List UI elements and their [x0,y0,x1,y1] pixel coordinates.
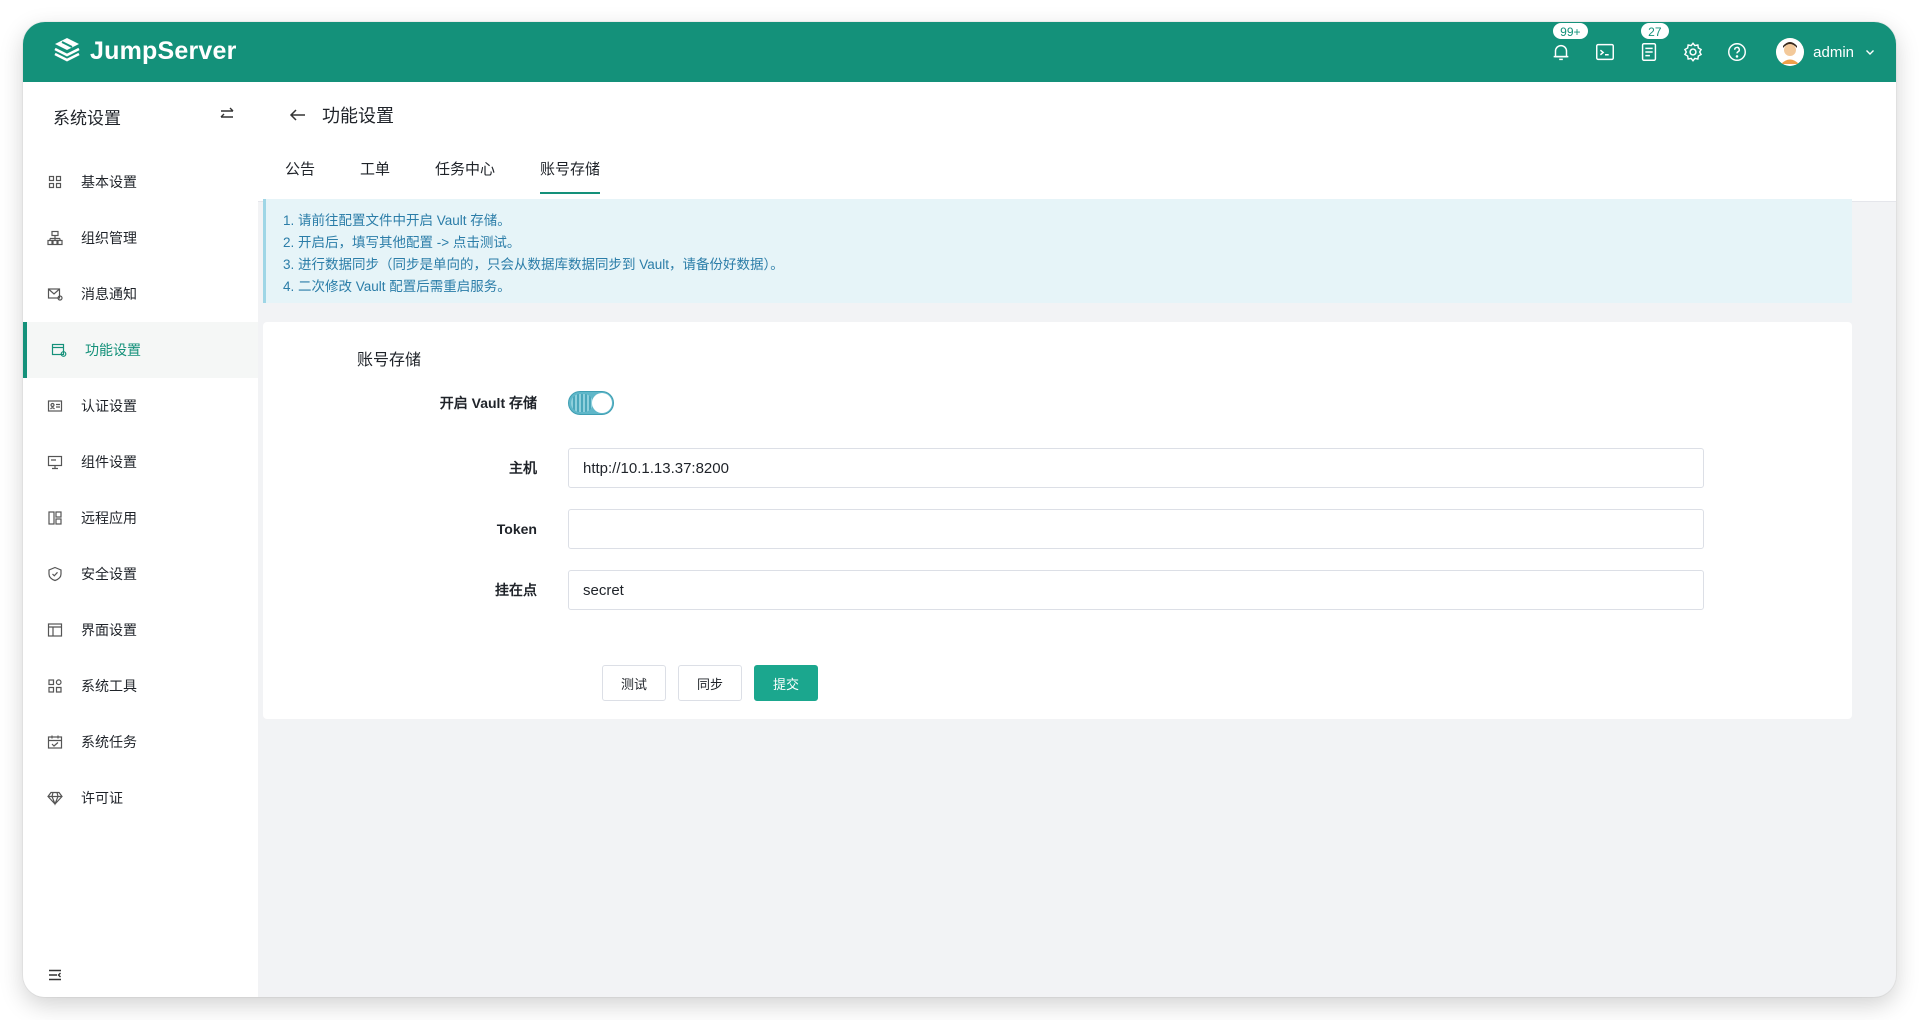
alert-line: 3. 进行数据同步（同步是单向的，只会从数据库数据同步到 Vault，请备份好数… [283,257,784,272]
sidebar-item-basic[interactable]: 基本设置 [23,154,258,210]
grid-icon [48,175,62,189]
host-input[interactable] [568,448,1704,488]
sidebar-item-auth[interactable]: 认证设置 [23,378,258,434]
top-bar: JumpServer 99+ 27 admin [23,22,1896,82]
sidebar-item-label: 界面设置 [81,622,137,638]
org-icon [47,230,63,246]
apps-icon [48,511,62,525]
sidebar-item-label: 消息通知 [81,286,137,302]
sidebar-item-components[interactable]: 组件设置 [23,434,258,490]
vault-toggle[interactable] [568,391,614,415]
token-input[interactable] [568,509,1704,549]
feature-icon [51,343,67,357]
sidebar-item-security[interactable]: 安全设置 [23,546,258,602]
account-storage-card: 账号存储 开启 Vault 存储 主机 Token 挂在点 测试 同步 提交 [263,322,1852,719]
help-icon [1728,43,1747,61]
sidebar-item-messages[interactable]: 消息通知 [23,266,258,322]
app-name: JumpServer [90,36,237,65]
tab-task-center[interactable]: 任务中心 [435,144,495,193]
mount-label: 挂在点 [495,582,537,598]
calendar-icon [47,735,63,749]
tab-bar: 公告 工单 任务中心 账号存储 [285,144,645,194]
sidebar-item-label: 组织管理 [81,230,137,246]
mount-row: 挂在点 [263,570,1852,610]
sidebar-item-features[interactable]: 功能设置 [23,322,258,378]
sidebar-item-label: 许可证 [81,790,123,806]
id-card-icon [47,400,63,412]
notifications-badge: 99+ [1552,22,1589,40]
web-terminal-button[interactable] [1594,41,1616,63]
ticket-list-icon [1641,43,1657,61]
alert-line: 2. 开启后，填写其他配置 -> 点击测试。 [283,235,521,250]
sidebar-item-org[interactable]: 组织管理 [23,210,258,266]
sidebar-item-label: 安全设置 [81,566,137,582]
sidebar-item-interface[interactable]: 界面设置 [23,602,258,658]
sidebar-item-label: 系统任务 [81,734,137,750]
tab-tickets[interactable]: 工单 [360,144,390,193]
chevron-down-icon [1866,50,1874,55]
settings-button[interactable] [1682,41,1704,63]
sidebar-item-remote-apps[interactable]: 远程应用 [23,490,258,546]
monitor-icon [47,455,63,470]
sidebar-item-tools[interactable]: 系统工具 [23,658,258,714]
tickets-badge: 27 [1640,22,1670,40]
host-label: 主机 [509,460,537,476]
avatar [1776,38,1805,66]
terminal-icon [1596,43,1615,61]
submit-button[interactable]: 提交 [754,665,819,701]
sidebar-item-label: 认证设置 [81,398,137,414]
user-menu[interactable]: admin [1776,38,1876,66]
arrow-left-icon [289,109,305,121]
swap-icon [220,107,234,118]
action-buttons: 测试 同步 提交 [602,665,1896,701]
sidebar-item-label: 系统工具 [81,678,137,694]
page-header: 功能设置 公告 工单 任务中心 账号存储 [258,82,1896,202]
collapse-sidebar-icon[interactable] [47,967,63,983]
token-row: Token [263,509,1852,549]
sidebar-item-license[interactable]: 许可证 [23,770,258,826]
sidebar-header: 系统设置 [53,104,236,129]
sidebar-menu: 基本设置 组织管理 消息通知 功能设置 认证设置 组件设置 远程应用 安全设置 … [23,154,258,826]
user-avatar-icon [1776,38,1805,66]
sidebar-item-label: 功能设置 [85,342,141,358]
sidebar-item-label: 基本设置 [81,174,137,190]
mount-input[interactable] [568,570,1704,610]
shield-icon [48,566,62,582]
alert-line: 1. 请前往配置文件中开启 Vault 存储。 [283,213,511,228]
toggle-knob [592,393,612,413]
tools-icon [48,679,62,693]
sidebar-title: 系统设置 [53,109,121,128]
sidebar-item-label: 远程应用 [81,510,137,526]
logo[interactable]: JumpServer [52,36,237,66]
gear-icon [1684,42,1703,62]
sync-button[interactable]: 同步 [678,665,743,701]
info-alert: 1. 请前往配置文件中开启 Vault 存储。 2. 开启后，填写其他配置 ->… [263,199,1852,303]
test-button[interactable]: 测试 [602,665,667,701]
back-button[interactable]: 功能设置 [288,102,394,128]
tab-account-storage[interactable]: 账号存储 [540,144,601,194]
switch-view-button[interactable] [218,105,236,128]
tab-announcement[interactable]: 公告 [285,144,315,193]
tickets-button[interactable]: 27 [1638,22,1670,63]
jumpserver-logo-icon [54,38,80,62]
header-actions: 99+ 27 admin [1528,22,1876,82]
diamond-icon [47,791,63,806]
token-label: Token [496,521,537,537]
alert-line: 4. 二次修改 Vault 配置后需重启服务。 [283,279,511,294]
bell-icon [1553,44,1569,61]
vault-row: 开启 Vault 存储 [263,391,1852,415]
sidebar-item-label: 组件设置 [81,454,137,470]
sidebar-item-tasks[interactable]: 系统任务 [23,714,258,770]
page-title: 功能设置 [322,106,394,126]
message-icon [47,288,63,301]
user-name: admin [1813,43,1854,61]
section-title: 账号存储 [357,352,422,369]
app-window: JumpServer 99+ 27 admin 系统设置 基本设置 组织管理 消… [23,22,1896,997]
help-button[interactable] [1726,41,1748,63]
sidebar: 系统设置 基本设置 组织管理 消息通知 功能设置 认证设置 组件设置 远程应用 … [23,82,258,997]
host-row: 主机 [263,448,1852,488]
window-icon [47,623,63,637]
vault-label: 开启 Vault 存储 [439,395,537,411]
notifications-button[interactable]: 99+ [1550,22,1589,63]
